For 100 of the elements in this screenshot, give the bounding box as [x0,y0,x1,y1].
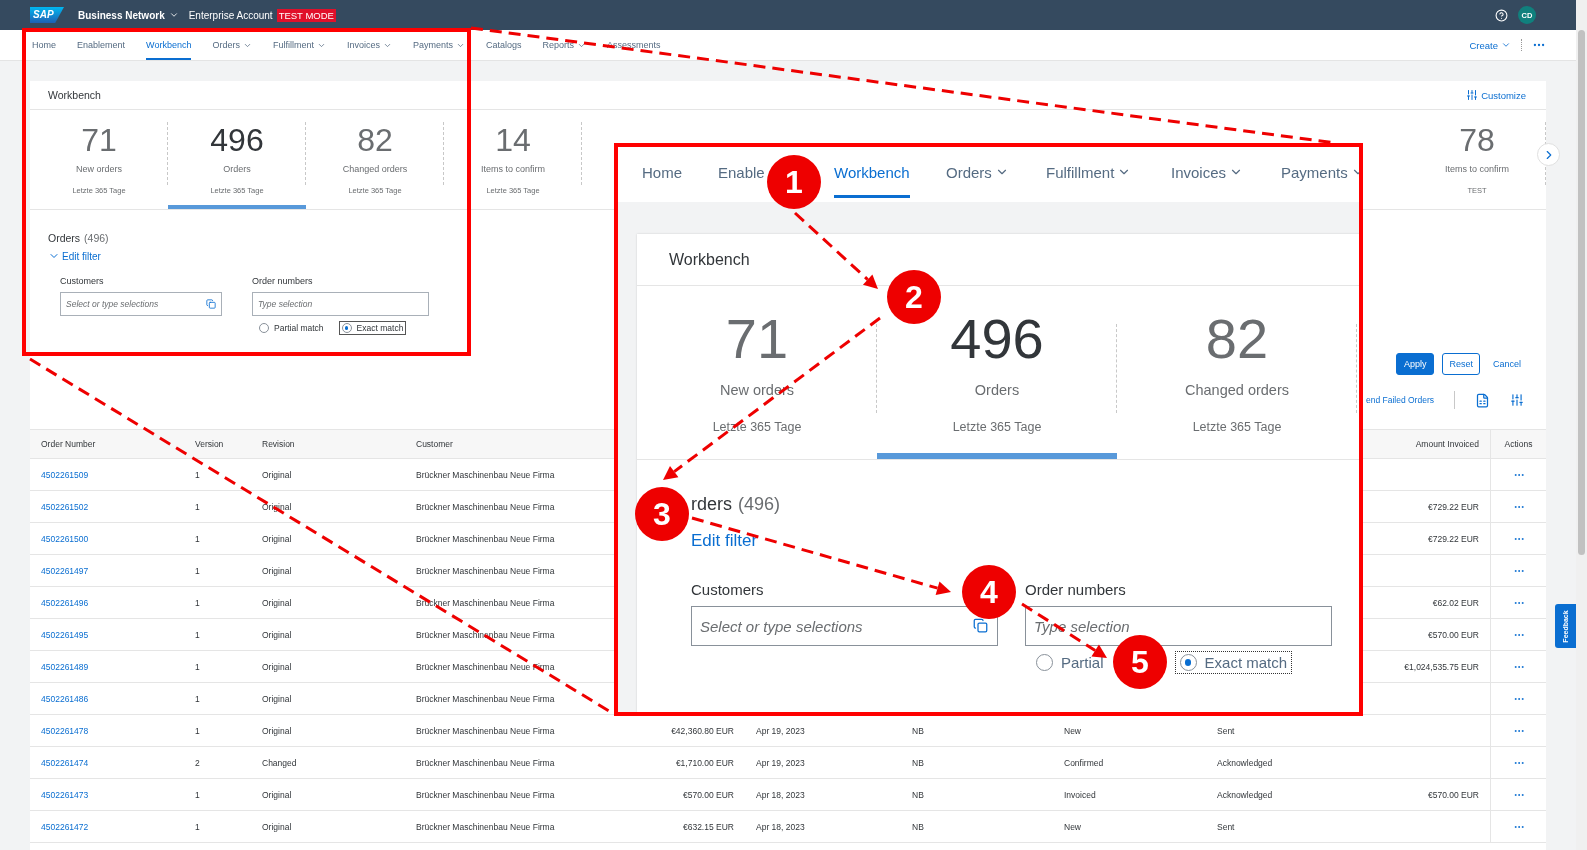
table-cell: €1,024,535.75 EUR [1404,661,1479,672]
column-header[interactable]: Actions [1504,439,1533,449]
order-number-link[interactable]: 4502261497 [41,565,89,576]
nav-tab[interactable]: Assessments [607,30,661,60]
order-number-link[interactable]: 4502261509 [41,469,89,480]
table-cell: 1 [195,565,200,576]
table-cell: Brückner Maschinenbau Neue Firma [416,565,555,576]
table-cell: Brückner Maschinenbau Neue Firma [416,533,555,544]
order-number-link[interactable]: 4502261502 [41,501,89,512]
apply-button[interactable]: Apply [1395,353,1435,375]
tile-value: 496 [210,124,264,156]
order-number-link[interactable]: 4502261500 [41,533,89,544]
logo[interactable]: SAP [30,7,64,23]
nav-tab[interactable]: Payments [413,30,465,60]
caret-icon[interactable] [168,10,179,20]
spreadsheet-icon[interactable] [1475,392,1490,408]
cancel-button[interactable]: Cancel [1488,353,1526,375]
edit-filter-link[interactable]: Edit filter [691,531,758,551]
table-cell: Original [262,533,292,544]
tile-period: Letzte 365 Tage [952,420,1042,434]
field-label: Order numbers [1025,581,1126,599]
order-number-link[interactable]: 4502261495 [41,629,89,640]
table-cell: 1 [195,533,200,544]
nav-tab[interactable]: Payments [1281,147,1359,198]
tile-value: 496 [950,311,1044,367]
order-number-link[interactable]: 4502261474 [41,757,89,768]
tile-value: 78 [1459,124,1495,156]
order-number-link[interactable]: 4502261473 [41,789,89,800]
table-cell: NB [912,757,924,768]
value-help-icon[interactable] [973,618,988,633]
table-cell: Confirmed [1064,757,1104,768]
table-cell: 1 [195,821,200,832]
column-header[interactable]: Customer [416,439,453,449]
table-cell: €570.00 EUR [1427,629,1479,640]
reset-button[interactable]: Reset [1442,353,1480,375]
order-number-link[interactable]: 4502261472 [41,821,89,832]
table-cell: Sent [1217,821,1235,832]
tile-value: 82 [357,124,393,156]
nav-tab[interactable]: Catalogs [486,30,522,60]
nav-tab[interactable]: Invoices [1171,147,1244,198]
table-cell: €632.15 EUR [682,821,734,832]
table-cell: 1 [195,693,200,704]
nav-tab[interactable]: Home [642,147,682,198]
radio-option[interactable]: Partial [1031,651,1109,674]
table-cell: Brückner Maschinenbau Neue Firma [416,629,555,640]
nav-tab[interactable]: Fulfillment [272,30,326,60]
column-header[interactable]: Version [195,439,224,449]
edit-filter-link[interactable]: Edit filter [48,250,101,262]
resend-link[interactable]: end Failed Orders [1365,395,1434,405]
next-button[interactable] [1537,143,1560,166]
chevron-icon [1501,40,1511,50]
table-cell: €570.00 EUR [1427,789,1479,800]
radio-option[interactable]: Exact match [338,321,407,335]
table-cell: €729.22 EUR [1427,533,1479,544]
table-cell: Original [262,501,292,512]
value-help-icon[interactable] [206,299,216,309]
table-cell: Original [262,661,292,672]
table-cell: 1 [195,725,200,736]
product-name[interactable]: Business Network [78,9,165,21]
nav-tab[interactable]: Enablement [77,30,126,60]
help-icon[interactable] [1495,8,1508,22]
settings-icon[interactable] [1510,393,1524,407]
tile-label: Orders [974,382,1020,398]
nav-tab[interactable]: Home [32,30,56,60]
table-cell: €570.00 EUR [682,789,734,800]
create-menu[interactable]: Create [1469,39,1511,51]
order-number-link[interactable]: 4502261486 [41,693,89,704]
column-header[interactable]: Order Number [41,439,96,449]
tile-value: 71 [725,311,789,367]
nav-tab[interactable]: Invoices [346,30,392,60]
table-cell: 1 [195,661,200,672]
order-number-link[interactable]: 4502261478 [41,725,89,736]
field-label: Order numbers [252,275,314,288]
nav-tab[interactable]: Workbench [146,30,192,60]
order-numbers-field[interactable]: Type selection [252,292,429,316]
customers-field[interactable]: Select or type selections [691,606,998,646]
table-cell: Brückner Maschinenbau Neue Firma [416,597,555,608]
customize-link[interactable]: Customize [1466,89,1526,101]
tile-label: Items to confirm [1445,164,1509,174]
field-label: Customers [691,581,764,599]
nav-tab[interactable]: Workbench [834,147,910,198]
table-cell: Brückner Maschinenbau Neue Firma [416,789,555,800]
tile[interactable]: 82 Changed orders Letzte 365 Tage [1117,286,1357,459]
nav-tab[interactable]: Orders [946,147,1009,198]
table-cell: Original [262,597,292,608]
scrollbar[interactable] [1578,30,1585,555]
nav-tab[interactable]: Orders [212,30,252,60]
tile-period: Letzte 365 Tage [1192,420,1282,434]
column-header[interactable]: Revision [262,439,295,449]
table-cell: €42,360.80 EUR [671,725,734,736]
nav-tab[interactable]: Reports [542,30,587,60]
radio-option[interactable]: Exact match [1174,651,1293,674]
table-cell: €62.02 EUR [1432,597,1479,608]
nav-tab[interactable]: Fulfillment [1046,147,1132,198]
column-header[interactable]: Amount Invoiced [1415,439,1479,449]
order-number-link[interactable]: 4502261496 [41,597,89,608]
order-number-link[interactable]: 4502261489 [41,661,89,672]
nav-tab[interactable]: Enable [718,147,765,198]
customers-field[interactable]: Select or type selections [60,292,222,316]
radio-option[interactable]: Partial match [256,321,327,335]
